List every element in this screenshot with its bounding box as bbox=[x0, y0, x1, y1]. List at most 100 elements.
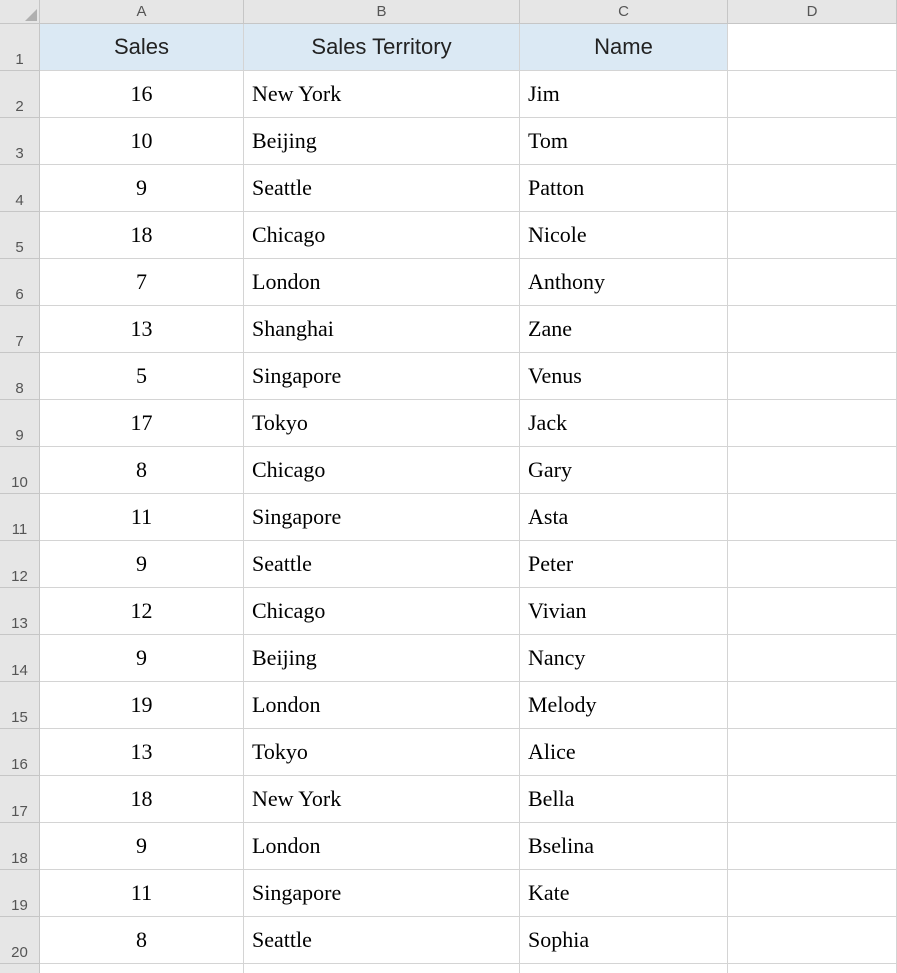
cell-B10[interactable]: Chicago bbox=[244, 447, 520, 494]
cell-C6[interactable]: Anthony bbox=[520, 259, 728, 306]
cell-D4[interactable] bbox=[728, 165, 897, 212]
cell-D16[interactable] bbox=[728, 729, 897, 776]
cell-A12[interactable]: 9 bbox=[40, 541, 244, 588]
cell-C7[interactable]: Zane bbox=[520, 306, 728, 353]
cell-C14[interactable]: Nancy bbox=[520, 635, 728, 682]
cell-A14[interactable]: 9 bbox=[40, 635, 244, 682]
row-header-16[interactable]: 16 bbox=[0, 729, 40, 776]
cell-A7[interactable]: 13 bbox=[40, 306, 244, 353]
row-header-10[interactable]: 10 bbox=[0, 447, 40, 494]
cell-D5[interactable] bbox=[728, 212, 897, 259]
row-header-8[interactable]: 8 bbox=[0, 353, 40, 400]
select-all-corner[interactable] bbox=[0, 0, 40, 24]
cell-D7[interactable] bbox=[728, 306, 897, 353]
cell-C12[interactable]: Peter bbox=[520, 541, 728, 588]
cell-C2[interactable]: Jim bbox=[520, 71, 728, 118]
cell-D20[interactable] bbox=[728, 917, 897, 964]
row-header-6[interactable]: 6 bbox=[0, 259, 40, 306]
cell-B3[interactable]: Beijing bbox=[244, 118, 520, 165]
row-header-12[interactable]: 12 bbox=[0, 541, 40, 588]
cell-D17[interactable] bbox=[728, 776, 897, 823]
cell-D21[interactable] bbox=[728, 964, 897, 973]
cell-C13[interactable]: Vivian bbox=[520, 588, 728, 635]
row-header-11[interactable]: 11 bbox=[0, 494, 40, 541]
cell-D15[interactable] bbox=[728, 682, 897, 729]
cell-D12[interactable] bbox=[728, 541, 897, 588]
row-header-17[interactable]: 17 bbox=[0, 776, 40, 823]
row-header-19[interactable]: 19 bbox=[0, 870, 40, 917]
column-header-B[interactable]: B bbox=[244, 0, 520, 24]
row-header-20[interactable]: 20 bbox=[0, 917, 40, 964]
cell-A2[interactable]: 16 bbox=[40, 71, 244, 118]
cell-D1[interactable] bbox=[728, 24, 897, 71]
cell-C18[interactable]: Bselina bbox=[520, 823, 728, 870]
cell-A6[interactable]: 7 bbox=[40, 259, 244, 306]
row-header-3[interactable]: 3 bbox=[0, 118, 40, 165]
cell-B16[interactable]: Tokyo bbox=[244, 729, 520, 776]
cell-A4[interactable]: 9 bbox=[40, 165, 244, 212]
cell-A13[interactable]: 12 bbox=[40, 588, 244, 635]
cell-D13[interactable] bbox=[728, 588, 897, 635]
cell-D10[interactable] bbox=[728, 447, 897, 494]
cell-B15[interactable]: London bbox=[244, 682, 520, 729]
row-header-2[interactable]: 2 bbox=[0, 71, 40, 118]
cell-B9[interactable]: Tokyo bbox=[244, 400, 520, 447]
cell-C9[interactable]: Jack bbox=[520, 400, 728, 447]
column-header-D[interactable]: D bbox=[728, 0, 897, 24]
cell-A15[interactable]: 19 bbox=[40, 682, 244, 729]
cell-B7[interactable]: Shanghai bbox=[244, 306, 520, 353]
cell-C1[interactable]: Name bbox=[520, 24, 728, 71]
cell-A17[interactable]: 18 bbox=[40, 776, 244, 823]
row-header-13[interactable]: 13 bbox=[0, 588, 40, 635]
spreadsheet-grid[interactable]: A B C D 1 Sales Sales Territory Name 216… bbox=[0, 0, 897, 973]
row-header-4[interactable]: 4 bbox=[0, 165, 40, 212]
cell-D3[interactable] bbox=[728, 118, 897, 165]
row-header-21[interactable]: 21 bbox=[0, 964, 40, 973]
row-header-1[interactable]: 1 bbox=[0, 24, 40, 71]
cell-C5[interactable]: Nicole bbox=[520, 212, 728, 259]
cell-C4[interactable]: Patton bbox=[520, 165, 728, 212]
cell-B21[interactable] bbox=[244, 964, 520, 973]
row-header-7[interactable]: 7 bbox=[0, 306, 40, 353]
cell-C15[interactable]: Melody bbox=[520, 682, 728, 729]
cell-A1[interactable]: Sales bbox=[40, 24, 244, 71]
cell-B4[interactable]: Seattle bbox=[244, 165, 520, 212]
cell-D11[interactable] bbox=[728, 494, 897, 541]
cell-B13[interactable]: Chicago bbox=[244, 588, 520, 635]
cell-D19[interactable] bbox=[728, 870, 897, 917]
cell-A9[interactable]: 17 bbox=[40, 400, 244, 447]
cell-D14[interactable] bbox=[728, 635, 897, 682]
cell-D6[interactable] bbox=[728, 259, 897, 306]
cell-B17[interactable]: New York bbox=[244, 776, 520, 823]
row-header-15[interactable]: 15 bbox=[0, 682, 40, 729]
cell-D18[interactable] bbox=[728, 823, 897, 870]
cell-A20[interactable]: 8 bbox=[40, 917, 244, 964]
cell-C10[interactable]: Gary bbox=[520, 447, 728, 494]
cell-A21[interactable] bbox=[40, 964, 244, 973]
cell-B2[interactable]: New York bbox=[244, 71, 520, 118]
cell-A8[interactable]: 5 bbox=[40, 353, 244, 400]
cell-A3[interactable]: 10 bbox=[40, 118, 244, 165]
column-header-C[interactable]: C bbox=[520, 0, 728, 24]
cell-C8[interactable]: Venus bbox=[520, 353, 728, 400]
cell-B11[interactable]: Singapore bbox=[244, 494, 520, 541]
cell-C19[interactable]: Kate bbox=[520, 870, 728, 917]
row-header-5[interactable]: 5 bbox=[0, 212, 40, 259]
column-header-A[interactable]: A bbox=[40, 0, 244, 24]
cell-B18[interactable]: London bbox=[244, 823, 520, 870]
cell-C11[interactable]: Asta bbox=[520, 494, 728, 541]
cell-D2[interactable] bbox=[728, 71, 897, 118]
cell-C21[interactable] bbox=[520, 964, 728, 973]
cell-C3[interactable]: Tom bbox=[520, 118, 728, 165]
cell-A5[interactable]: 18 bbox=[40, 212, 244, 259]
cell-B14[interactable]: Beijing bbox=[244, 635, 520, 682]
cell-C20[interactable]: Sophia bbox=[520, 917, 728, 964]
cell-D9[interactable] bbox=[728, 400, 897, 447]
cell-A18[interactable]: 9 bbox=[40, 823, 244, 870]
cell-A16[interactable]: 13 bbox=[40, 729, 244, 776]
cell-B8[interactable]: Singapore bbox=[244, 353, 520, 400]
cell-B6[interactable]: London bbox=[244, 259, 520, 306]
row-header-18[interactable]: 18 bbox=[0, 823, 40, 870]
cell-A19[interactable]: 11 bbox=[40, 870, 244, 917]
row-header-9[interactable]: 9 bbox=[0, 400, 40, 447]
